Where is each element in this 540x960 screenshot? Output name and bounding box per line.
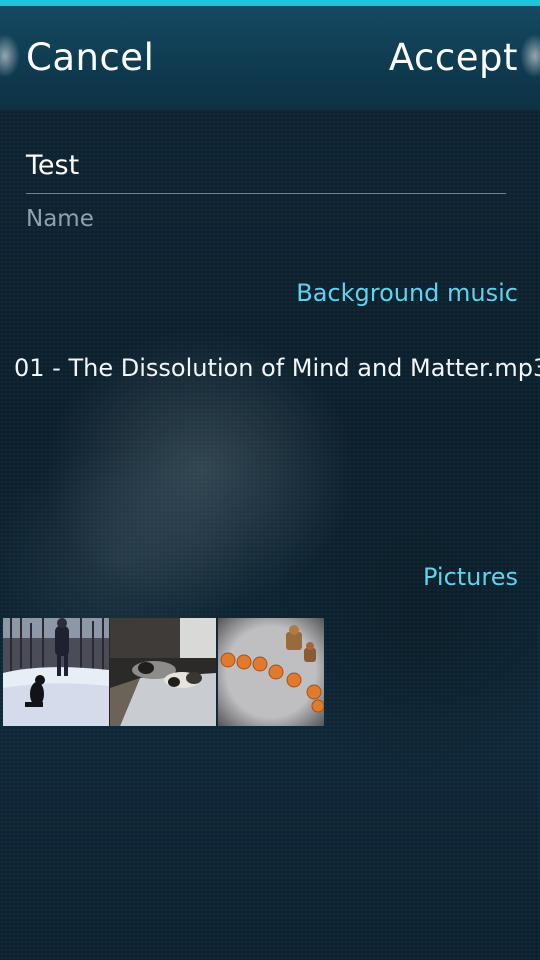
dialog-header: Cancel Accept [0,6,540,110]
pulley-glow-right [520,34,540,78]
name-field[interactable]: Test Name [26,146,506,232]
music-file-item[interactable]: 01 - The Dissolution of Mind and Matter.… [14,354,540,382]
cancel-button[interactable]: Cancel [26,36,154,79]
name-input[interactable]: Test [26,146,506,186]
pictures-header: Pictures [422,563,518,591]
picture-thumbnail-snow-dog[interactable] [3,618,109,726]
background-music-header: Background music [296,279,518,307]
accept-button[interactable]: Accept [389,36,518,79]
pulley-glow-left [0,34,20,78]
picture-thumbnail-cookies[interactable] [218,618,324,726]
name-field-label: Name [26,206,94,232]
picture-thumbnail-sleeping-dogs[interactable] [110,618,216,726]
background-texture [0,0,540,960]
name-underline [26,193,506,194]
